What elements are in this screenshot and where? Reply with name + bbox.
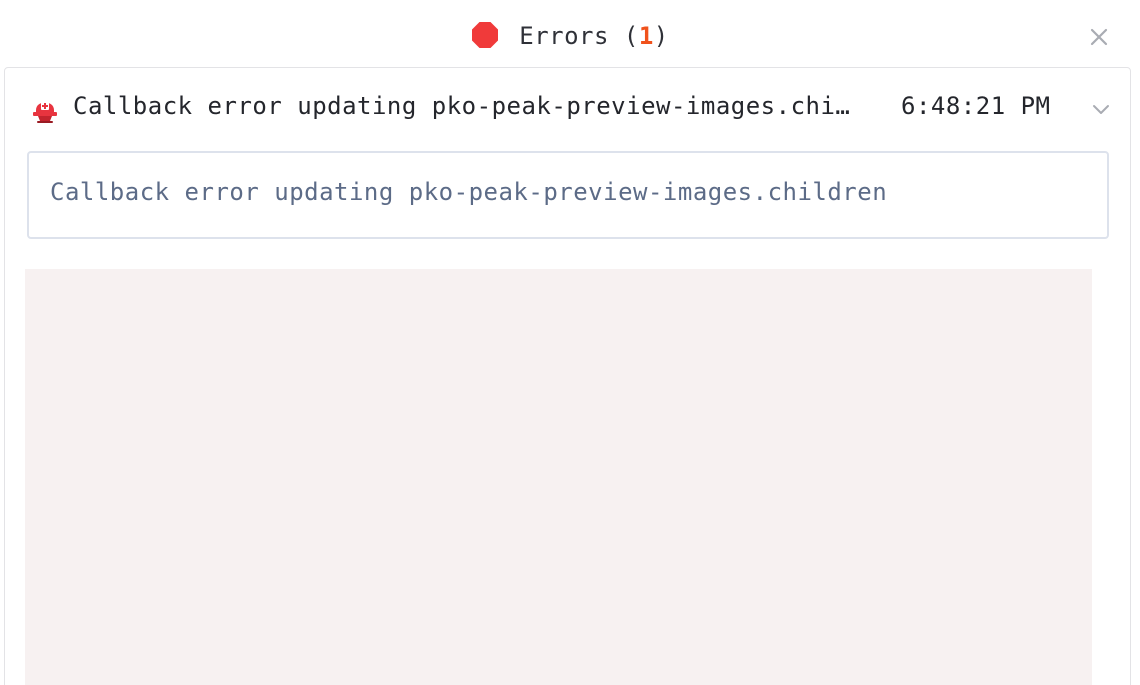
error-panel: Errors (1) Callback error updating pko-p…: [0, 0, 1140, 685]
close-icon: [1090, 28, 1108, 46]
close-button[interactable]: [1086, 24, 1112, 50]
chevron-down-icon[interactable]: [1090, 98, 1112, 120]
error-message-box: Callback error updating pko-peak-preview…: [27, 151, 1109, 239]
panel-title: Errors (1): [0, 0, 1140, 72]
error-title: Callback error updating pko-peak-preview…: [73, 92, 863, 120]
siren-icon: [33, 102, 57, 123]
error-timestamp: 6:48:21 PM: [901, 92, 1051, 120]
error-card: Callback error updating pko-peak-preview…: [4, 67, 1131, 685]
stop-sign-icon: [472, 22, 499, 48]
error-message: Callback error updating pko-peak-preview…: [50, 178, 888, 206]
panel-title-suffix: ): [653, 22, 669, 50]
panel-title-label: Errors (: [519, 22, 639, 50]
traceback-frame: [25, 269, 1092, 685]
error-summary-row[interactable]: Callback error updating pko-peak-preview…: [5, 68, 1132, 148]
error-count-badge: 1: [638, 22, 654, 50]
panel-header: Errors (1): [0, 0, 1140, 68]
